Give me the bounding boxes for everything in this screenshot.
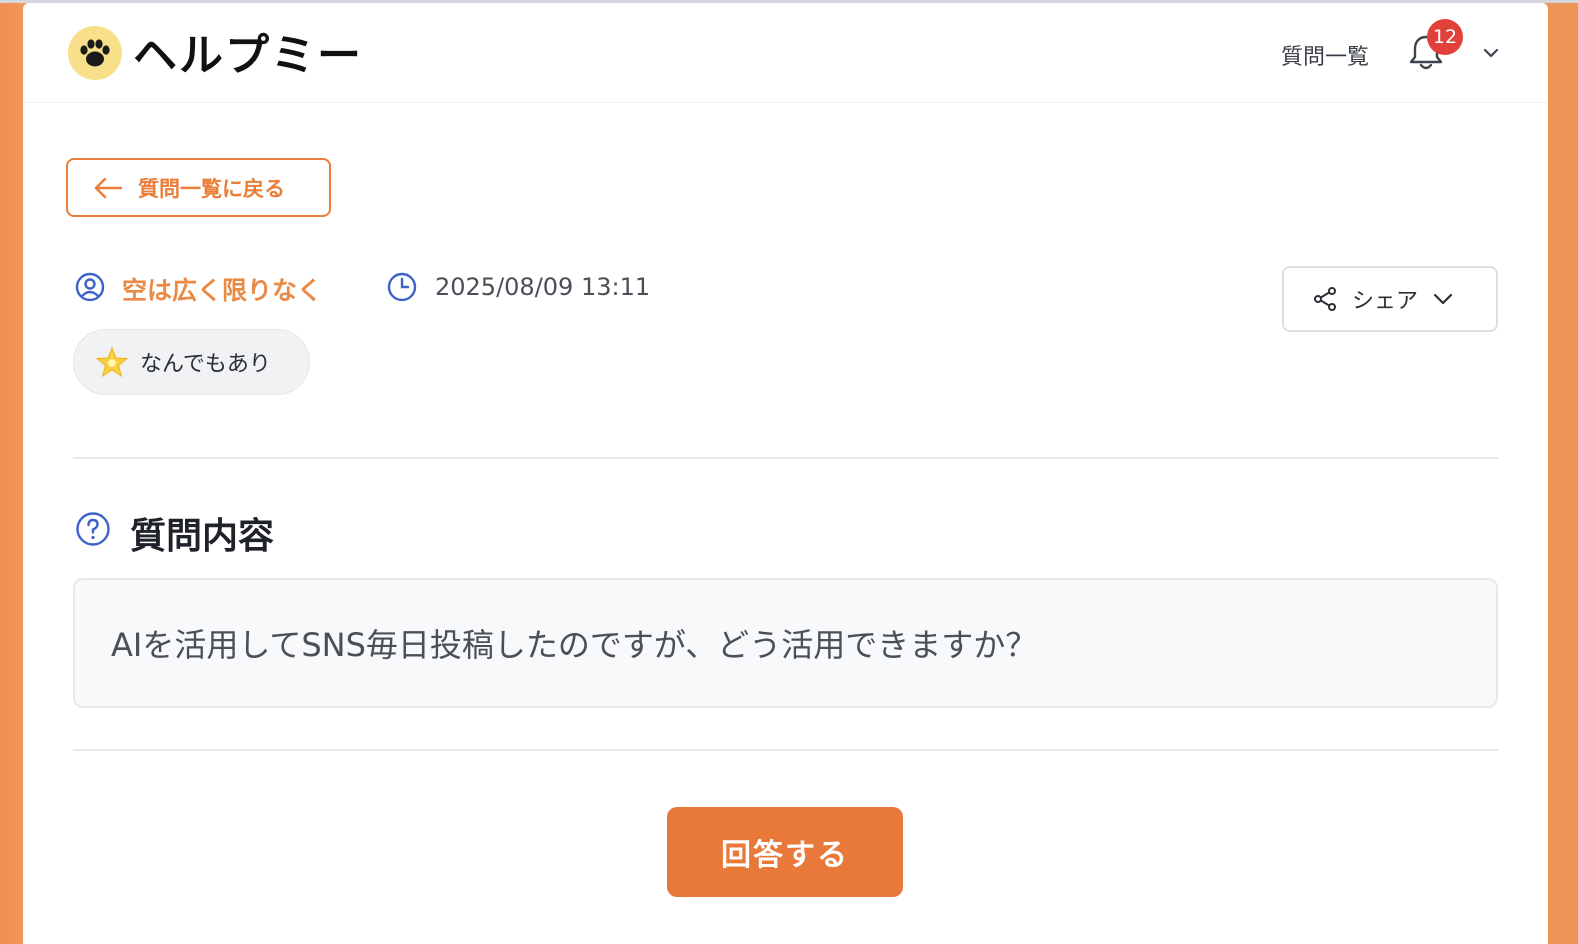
category-tag[interactable]: なんでもあり — [73, 329, 310, 395]
arrow-left-icon — [94, 177, 123, 198]
user-icon — [74, 271, 106, 307]
nav-questions-link[interactable]: 質問一覧 — [1281, 39, 1369, 71]
chevron-down-icon[interactable] — [1482, 45, 1500, 64]
share-icon — [1314, 287, 1336, 311]
category-tag-label: なんでもあり — [140, 352, 271, 377]
paw-logo-icon[interactable] — [68, 26, 122, 80]
back-to-questions-button[interactable]: 質問一覧に戻る — [66, 158, 331, 217]
site-logo-text[interactable]: ヘルプミー — [133, 21, 363, 81]
question-body-text: AIを活用してSNS毎日投稿したのですが、どう活用できますか？ — [111, 626, 1038, 664]
question-circle-icon — [75, 511, 111, 551]
star-icon — [96, 346, 128, 378]
question-section-title: 質問内容 — [130, 516, 275, 557]
back-button-label: 質問一覧に戻る — [138, 176, 285, 201]
notification-count-badge: 12 — [1427, 19, 1463, 55]
site-header: ヘルプミー 質問一覧 12 — [23, 3, 1548, 103]
divider — [73, 749, 1498, 751]
share-label: シェア — [1352, 289, 1419, 314]
author-name[interactable]: 空は広く限りなく — [122, 271, 322, 307]
share-button[interactable]: シェア — [1282, 266, 1498, 332]
question-body: AIを活用してSNS毎日投稿したのですが、どう活用できますか？ — [73, 578, 1498, 708]
answer-button[interactable]: 回答する — [667, 807, 903, 897]
question-datetime: 2025/08/09 13:11 — [435, 273, 651, 301]
page-card: ヘルプミー 質問一覧 12 質問一覧に戻る 空は広く限りなく 2025/08/0… — [23, 3, 1548, 944]
clock-icon — [386, 271, 418, 307]
chevron-down-icon — [1433, 293, 1453, 305]
divider — [73, 457, 1498, 459]
